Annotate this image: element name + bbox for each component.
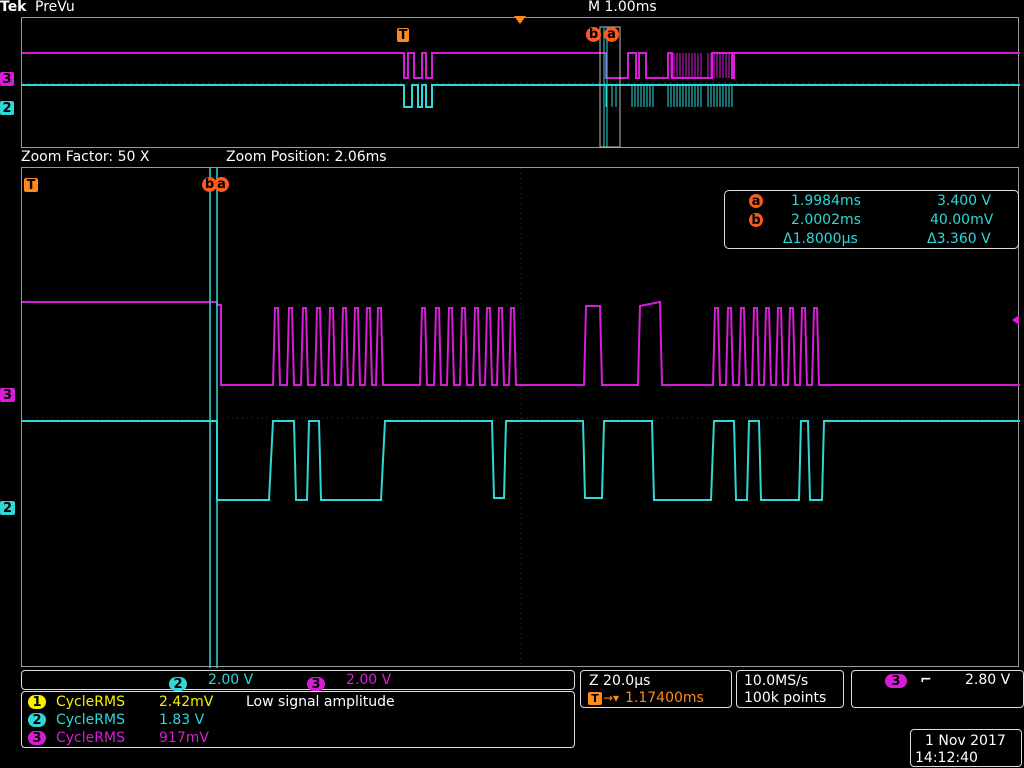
- measurements-panel[interactable]: 1 CycleRMS 2.42mV Low signal amplitude 2…: [21, 691, 575, 748]
- overview-ch3-marker[interactable]: 3: [0, 68, 14, 87]
- cursor-b-icon: b: [586, 27, 601, 42]
- zoom-scale: Z 20.0µs: [589, 673, 651, 689]
- zoom-ch2-marker[interactable]: 2: [0, 497, 15, 516]
- measurement-value: 917mV: [159, 730, 209, 746]
- ch3-badge: 3: [885, 674, 907, 689]
- date: 1 Nov 2017: [925, 733, 1006, 749]
- measurement-name: CycleRMS: [56, 712, 125, 728]
- ch3-badge: 3: [307, 677, 325, 692]
- zoom-position-readout: Zoom Position: 2.06ms: [226, 149, 387, 165]
- trigger-level-icon[interactable]: [1012, 315, 1019, 325]
- horizontal-panel[interactable]: Z 20.0µs T →▾ 1.17400ms: [580, 670, 732, 708]
- ch2-badge: 2: [169, 677, 187, 692]
- measurement-name: CycleRMS: [56, 694, 125, 710]
- ch3-ground-icon: 3: [0, 72, 14, 87]
- zoom-ch3-marker[interactable]: 3: [0, 384, 15, 403]
- zoom-cursor-a-marker[interactable]: a: [214, 173, 229, 192]
- ch2-ground-icon: 2: [0, 501, 15, 516]
- cursor-b-value: 40.00mV: [930, 212, 994, 228]
- cursor-a-icon: a: [214, 177, 229, 192]
- trigger-position: 1.17400ms: [625, 690, 704, 706]
- overview-cursor-b-marker[interactable]: b: [586, 23, 601, 42]
- overview-ch2-marker[interactable]: 2: [0, 97, 14, 116]
- ch3-scale: 2.00 V: [346, 672, 392, 688]
- measurement-row[interactable]: 2 CycleRMS 1.83 V: [28, 712, 568, 730]
- overview-trigger-marker[interactable]: T: [397, 24, 409, 43]
- overview-cursor-a-marker[interactable]: a: [604, 23, 619, 42]
- measurement-value: 1.83 V: [159, 712, 205, 728]
- cursor-readout-panel[interactable]: a 1.9984ms 3.400 V b 2.0002ms 40.00mV Δ1…: [724, 190, 1019, 249]
- ch2-scale: 2.00 V: [208, 672, 254, 688]
- trigger-marker-icon: T: [24, 178, 38, 193]
- brand-logo: Tek: [0, 0, 27, 15]
- datetime-panel: 1 Nov 2017 14:12:40: [910, 729, 1022, 767]
- cursor-b-time: 2.0002ms: [791, 212, 861, 228]
- acquisition-panel[interactable]: 10.0MS/s 100k points: [736, 670, 844, 708]
- acquisition-mode: PreVu: [35, 0, 75, 15]
- trigger-position-icon: T: [588, 692, 602, 705]
- measurement-name: CycleRMS: [56, 730, 125, 746]
- record-length: 100k points: [744, 690, 827, 706]
- trigger-level: 2.80 V: [965, 672, 1011, 688]
- trigger-marker-icon: T: [397, 28, 409, 43]
- overview-waveform-window[interactable]: [21, 17, 1020, 148]
- measurement-note: Low signal amplitude: [246, 694, 395, 710]
- measurement-row[interactable]: 3 CycleRMS 917mV: [28, 730, 568, 748]
- cursor-b-icon: b: [749, 213, 763, 228]
- ch3-ground-icon: 3: [0, 388, 15, 403]
- ch2-badge: 2: [28, 713, 46, 728]
- ch3-badge: 3: [28, 731, 46, 746]
- trigger-arrow-icon: →▾: [603, 691, 620, 705]
- measurement-row[interactable]: 1 CycleRMS 2.42mV Low signal amplitude: [28, 694, 568, 712]
- cursor-a-icon: a: [604, 27, 619, 42]
- zoom-factor-readout: Zoom Factor: 50 X: [21, 149, 150, 165]
- overview-waveforms: [22, 26, 1020, 148]
- cursor-a-time: 1.9984ms: [791, 193, 861, 209]
- cursor-delta-value: Δ3.360 V: [927, 231, 991, 247]
- ch2-ground-icon: 2: [0, 101, 14, 116]
- sample-rate: 10.0MS/s: [744, 673, 809, 689]
- zoom-trigger-marker[interactable]: T: [24, 174, 38, 193]
- timebase-readout: M 1.00ms: [588, 0, 657, 15]
- channel-scale-bar[interactable]: 2 2.00 V 3 2.00 V: [21, 670, 575, 692]
- cursor-delta-time: Δ1.8000µs: [783, 231, 858, 247]
- cursor-a-value: 3.400 V: [937, 193, 992, 209]
- cursor-a-icon: a: [749, 194, 763, 209]
- falling-edge-icon: ⌐: [920, 672, 932, 688]
- measurement-value: 2.42mV: [159, 694, 214, 710]
- time: 14:12:40: [915, 750, 978, 766]
- ch1-badge: 1: [28, 695, 46, 710]
- trigger-panel[interactable]: 3 ⌐ 2.80 V: [851, 670, 1024, 708]
